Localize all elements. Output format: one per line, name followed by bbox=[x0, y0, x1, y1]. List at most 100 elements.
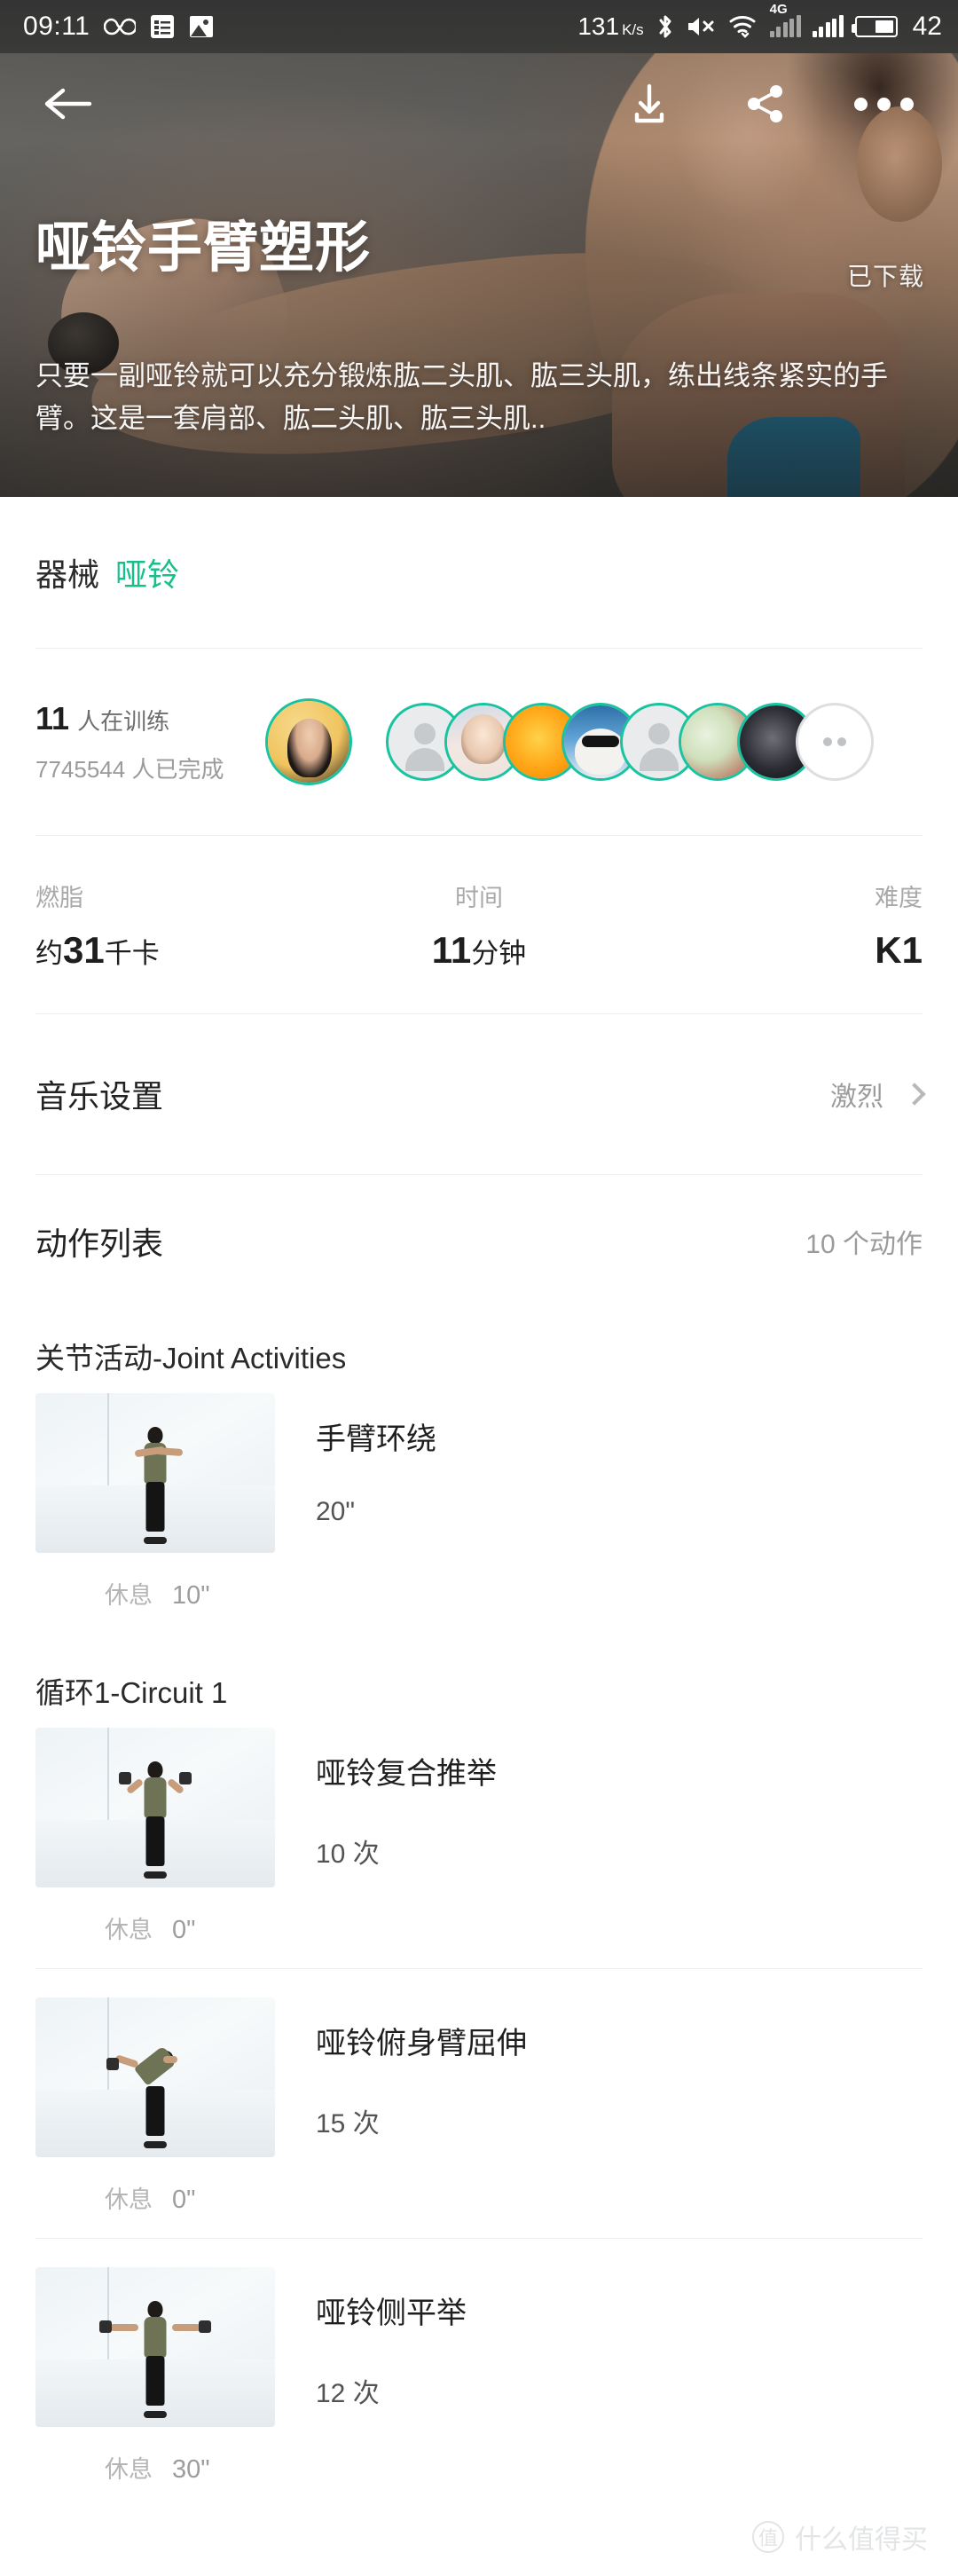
network-speed-value: 131 bbox=[577, 12, 620, 40]
exercise-row[interactable]: 哑铃侧平举 12 次 bbox=[0, 2248, 958, 2427]
bluetooth-icon bbox=[656, 13, 675, 40]
app-root: 09:11 131 K/s 4G 42 哑铃手臂塑形 已下载 只要一副哑铃就可以… bbox=[0, 0, 958, 2576]
rest-value: 0" bbox=[172, 1916, 196, 1944]
exercise-item[interactable]: 哑铃复合推举 10 次 休息 0" bbox=[0, 1728, 958, 1978]
music-settings-row[interactable]: 音乐设置 激烈 bbox=[0, 1014, 958, 1174]
share-button[interactable] bbox=[740, 77, 793, 130]
stats-row: 燃脂 约31千卡 时间 11分钟 难度 K1 bbox=[0, 836, 958, 1013]
more-horizontal-icon bbox=[853, 97, 914, 111]
rest-value: 10" bbox=[172, 1581, 210, 1610]
featured-avatar[interactable] bbox=[268, 701, 350, 783]
trainers-row[interactable]: 11 人在训练 7745544 人已完成 bbox=[0, 649, 958, 835]
section-title: 关节活动-Joint Activities bbox=[35, 1342, 347, 1375]
music-settings-value: 激烈 bbox=[830, 1083, 883, 1112]
exercise-rest: 休息 30" bbox=[0, 2427, 958, 2485]
equipment-row[interactable]: 器械 哑铃 bbox=[0, 497, 958, 648]
action-list-label: 动作列表 bbox=[35, 1225, 164, 1262]
stat-suffix: 千卡 bbox=[104, 937, 160, 969]
equipment-label: 器械 bbox=[35, 556, 100, 593]
stat-value: 约31千卡 bbox=[35, 929, 331, 972]
stat-label: 难度 bbox=[874, 884, 923, 911]
divider-exercise bbox=[35, 2238, 923, 2239]
top-action-bar bbox=[0, 55, 958, 153]
stat-suffix: 分钟 bbox=[471, 937, 527, 969]
exercise-reps: 12 次 bbox=[316, 2379, 380, 2408]
stat-label: 燃脂 bbox=[35, 884, 83, 911]
rest-value: 0" bbox=[172, 2186, 196, 2214]
network-speed-unit: K/s bbox=[622, 21, 644, 38]
action-list-count: 10 个动作 bbox=[805, 1230, 923, 1259]
thumb-corner bbox=[107, 1997, 109, 2097]
exercise-thumbnail[interactable] bbox=[35, 1393, 275, 1553]
rest-label: 休息 bbox=[105, 1582, 153, 1609]
stat-duration: 时间 11分钟 bbox=[331, 878, 626, 972]
status-bar-left: 09:11 bbox=[23, 12, 214, 42]
back-button[interactable] bbox=[41, 76, 96, 131]
exercise-rest: 休息 0" bbox=[0, 2157, 958, 2215]
exercise-figure bbox=[131, 1427, 184, 1544]
divider-exercise bbox=[35, 1968, 923, 1969]
rest-label: 休息 bbox=[105, 2456, 153, 2483]
infinity-icon bbox=[104, 17, 137, 36]
stat-number: K1 bbox=[875, 928, 923, 971]
signal-bars-sim2 bbox=[812, 15, 844, 37]
equipment-value[interactable]: 哑铃 bbox=[115, 549, 179, 595]
training-count-line: 11 人在训练 bbox=[35, 700, 224, 737]
status-time: 09:11 bbox=[23, 12, 90, 41]
watermark-mark: 值 bbox=[752, 2521, 784, 2553]
image-icon bbox=[189, 15, 214, 38]
exercise-figure bbox=[106, 2031, 179, 2148]
exercise-info: 哑铃侧平举 12 次 bbox=[316, 2267, 467, 2410]
rest-value: 30" bbox=[172, 2455, 210, 2484]
download-button[interactable] bbox=[623, 77, 676, 130]
list-icon bbox=[150, 14, 175, 39]
thumb-corner bbox=[107, 1393, 109, 1493]
exercise-thumbnail[interactable] bbox=[35, 2267, 275, 2427]
watermark: 值 什么值得买 bbox=[752, 2517, 928, 2556]
exercise-thumbnail[interactable] bbox=[35, 1997, 275, 2157]
exercise-name: 哑铃侧平举 bbox=[316, 2296, 467, 2330]
hero-description: 只要一副哑铃就可以充分锻炼肱二头肌、肱三头肌，练出线条紧实的手臂。这是一套肩部、… bbox=[35, 360, 888, 434]
rest-label: 休息 bbox=[105, 2186, 153, 2213]
wifi-icon bbox=[728, 14, 758, 39]
music-settings-label: 音乐设置 bbox=[35, 1078, 164, 1115]
battery-icon bbox=[851, 16, 898, 37]
action-list-header: 动作列表 10 个动作 bbox=[0, 1175, 958, 1308]
status-bar-right: 131 K/s 4G 42 bbox=[577, 2, 942, 42]
share-icon bbox=[746, 83, 787, 124]
network-speed: 131 K/s bbox=[577, 12, 643, 41]
exercise-row[interactable]: 手臂环绕 20" bbox=[0, 1393, 958, 1553]
stat-number: 31 bbox=[63, 928, 105, 971]
network-type-label: 4G bbox=[769, 2, 788, 17]
exercise-rest: 休息 0" bbox=[0, 1887, 958, 1945]
exercise-rest: 休息 10" bbox=[0, 1553, 958, 1611]
stat-prefix: 约 bbox=[35, 937, 63, 969]
arrow-left-icon bbox=[43, 85, 93, 122]
download-icon bbox=[630, 83, 669, 125]
exercise-item[interactable]: 哑铃俯身臂屈伸 15 次 休息 0" bbox=[0, 1978, 958, 2248]
exercise-figure bbox=[99, 2301, 211, 2418]
exercise-row[interactable]: 哑铃俯身臂屈伸 15 次 bbox=[0, 1978, 958, 2157]
exercise-info: 手臂环绕 20" bbox=[316, 1393, 436, 1527]
stat-calories: 燃脂 约31千卡 bbox=[35, 878, 331, 972]
training-count: 11 bbox=[35, 699, 70, 737]
exercise-thumbnail[interactable] bbox=[35, 1728, 275, 1887]
training-count-suffix: 人在训练 bbox=[77, 707, 170, 735]
exercise-info: 哑铃复合推举 10 次 bbox=[316, 1728, 497, 1871]
downloaded-badge: 已下载 bbox=[846, 263, 924, 290]
exercise-item[interactable]: 手臂环绕 20" 休息 10" bbox=[0, 1393, 958, 1619]
signal-bars-sim1 bbox=[769, 15, 801, 37]
exercise-name: 手臂环绕 bbox=[316, 1422, 436, 1456]
exercise-reps: 10 次 bbox=[316, 1839, 380, 1869]
section-title: 循环1-Circuit 1 bbox=[35, 1676, 228, 1709]
exercise-row[interactable]: 哑铃复合推举 10 次 bbox=[0, 1728, 958, 1887]
stat-value: 11分钟 bbox=[331, 929, 626, 972]
exercise-item[interactable]: 哑铃侧平举 12 次 休息 30" bbox=[0, 2248, 958, 2493]
mute-icon bbox=[687, 15, 717, 38]
stat-value: K1 bbox=[627, 929, 923, 972]
chevron-right-icon bbox=[903, 1083, 926, 1106]
more-button[interactable] bbox=[853, 77, 914, 130]
exercise-reps: 20" bbox=[316, 1497, 356, 1526]
more-dots-icon[interactable] bbox=[798, 705, 872, 778]
exercise-figure bbox=[119, 1761, 192, 1879]
